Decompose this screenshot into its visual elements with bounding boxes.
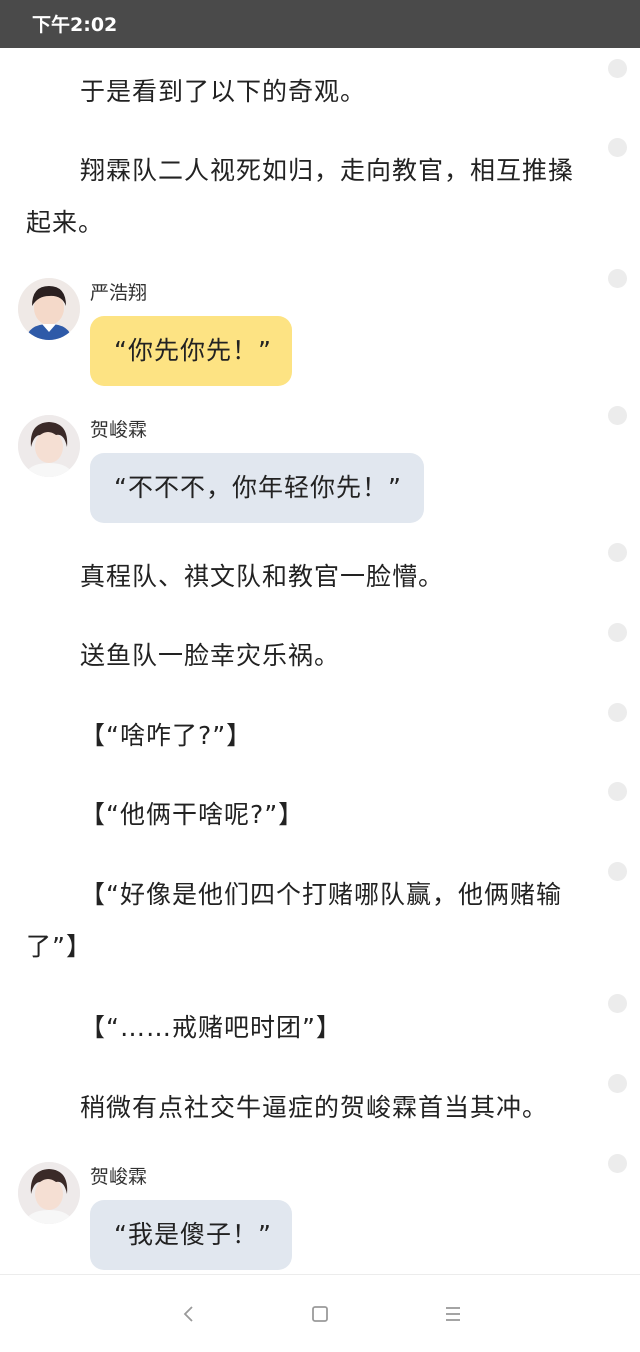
paragraph-comment-dot[interactable] (608, 782, 627, 801)
paragraph: 翔霖队二人视死如归，走向教官，相互推搡起来。 (26, 156, 575, 237)
back-icon[interactable] (178, 1303, 200, 1325)
avatar-he-junlin[interactable] (18, 415, 80, 477)
avatar-yan-haoxiang[interactable] (18, 278, 80, 340)
avatar-he-junlin[interactable] (18, 1162, 80, 1224)
speaker-name: 贺峻霖 (90, 1166, 148, 1188)
paragraph: 于是看到了以下的奇观。 (80, 77, 367, 106)
paragraph-comment-dot[interactable] (608, 406, 627, 425)
chat-bubble: “你先你先！” (90, 316, 292, 386)
story-content[interactable]: 于是看到了以下的奇观。 翔霖队二人视死如归，走向教官，相互推搡起来。 严浩翔 “… (0, 48, 640, 1274)
paragraph-comment-dot[interactable] (608, 59, 627, 78)
home-icon[interactable] (309, 1303, 331, 1325)
paragraph-comment-dot[interactable] (608, 862, 627, 881)
menu-icon[interactable] (442, 1303, 464, 1325)
paragraph-comment-dot[interactable] (608, 703, 627, 722)
speaker-name: 严浩翔 (90, 282, 148, 304)
chat-bubble: “不不不，你年轻你先！” (90, 453, 424, 523)
paragraph-comment-dot[interactable] (608, 623, 627, 642)
paragraph: 真程队、祺文队和教官一脸懵。 (80, 562, 445, 591)
paragraph: 送鱼队一脸幸灾乐祸。 (80, 641, 341, 670)
status-bar: 下午2:02 (0, 0, 640, 48)
paragraph-comment-dot[interactable] (608, 138, 627, 157)
paragraph-comment-dot[interactable] (608, 1154, 627, 1173)
paragraph: 稍微有点社交牛逼症的贺峻霖首当其冲。 (80, 1093, 549, 1122)
paragraph: 【“……戒赌吧时团”】 (80, 1013, 342, 1042)
chat-bubble: “我是傻子！” (90, 1200, 292, 1270)
paragraph: 【“他俩干啥呢?”】 (80, 800, 305, 829)
paragraph-comment-dot[interactable] (608, 269, 627, 288)
paragraph-comment-dot[interactable] (608, 543, 627, 562)
paragraph-comment-dot[interactable] (608, 994, 627, 1013)
navigation-bar (0, 1274, 640, 1352)
speaker-name: 贺峻霖 (90, 419, 148, 441)
paragraph: 【“啥咋了?”】 (80, 721, 253, 750)
paragraph-comment-dot[interactable] (608, 1074, 627, 1093)
paragraph: 【“好像是他们四个打赌哪队赢，他俩赌输了”】 (26, 880, 562, 961)
status-time: 下午2:02 (32, 14, 118, 36)
